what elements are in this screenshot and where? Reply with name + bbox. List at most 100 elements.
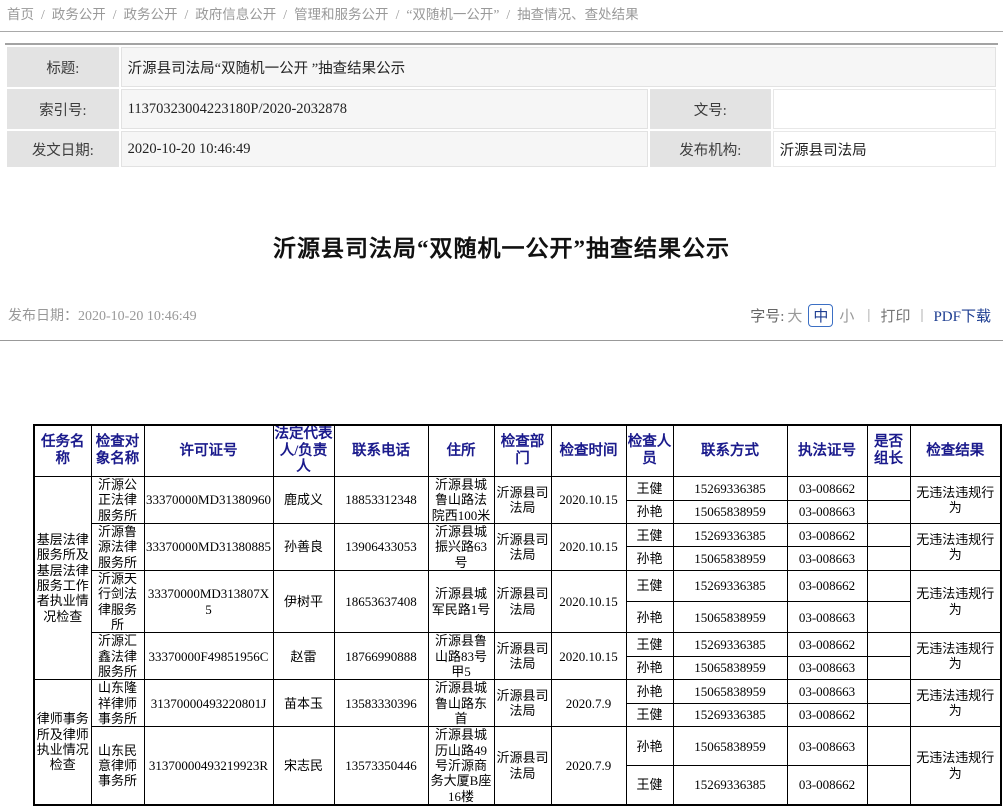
- breadcrumb-item-4[interactable]: 管理和服务公开: [294, 7, 389, 22]
- breadcrumb-separator: /: [283, 7, 287, 22]
- license-cell: 31370000493219923R: [144, 727, 273, 805]
- breadcrumb-separator: /: [41, 7, 45, 22]
- inspector-contact-cell: 15269336385: [673, 524, 787, 547]
- result-cell: 无违法违规行为: [910, 680, 1001, 727]
- inspector-cert-cell: 03-008662: [787, 766, 867, 805]
- inspector-name-cell: 孙艳: [626, 547, 673, 571]
- pdf-download-button[interactable]: PDF下载: [933, 305, 991, 326]
- task-cell: 律师事务所及律师执业情况检查: [34, 680, 91, 805]
- inspector-name-cell: 王健: [626, 766, 673, 805]
- leader-cell: [867, 766, 910, 805]
- org-cell: 沂源汇鑫法律服务所: [91, 633, 144, 680]
- inspector-contact-cell: 15065838959: [673, 500, 787, 524]
- date-cell: 2020.7.9: [551, 680, 626, 727]
- inspection-results-table: 任务名称 检查对象名称 许可证号 法定代表人/负责人 联系电话 住所 检查部门 …: [33, 424, 1002, 806]
- inspector-contact-cell: 15065838959: [673, 656, 787, 680]
- legal-rep-cell: 鹿成义: [273, 477, 334, 524]
- breadcrumb-item-3[interactable]: 政府信息公开: [195, 7, 276, 22]
- breadcrumb-item-1[interactable]: 政务公开: [52, 7, 106, 22]
- date-cell: 2020.10.15: [551, 570, 626, 632]
- phone-cell: 18653637408: [334, 570, 428, 632]
- license-cell: 33370000MD31380885: [144, 524, 273, 571]
- breadcrumb-separator: /: [396, 7, 400, 22]
- org-cell: 沂源公正法律服务所: [91, 477, 144, 524]
- meta-agency-label: 发布机构:: [650, 131, 771, 167]
- inspector-contact-cell: 15065838959: [673, 680, 787, 703]
- result-cell: 无违法违规行为: [910, 570, 1001, 632]
- inspector-name-cell: 王健: [626, 633, 673, 656]
- org-cell: 沂源鲁源法律服务所: [91, 524, 144, 571]
- meta-title-label: 标题:: [7, 47, 119, 87]
- header-license: 许可证号: [144, 425, 273, 477]
- document-meta-table: 标题: 沂源县司法局“双随机一公开 ”抽查结果公示 索引号: 113703230…: [5, 43, 998, 169]
- inspector-contact-cell: 15269336385: [673, 766, 787, 805]
- header-org: 检查对象名称: [91, 425, 144, 477]
- breadcrumb-item-home[interactable]: 首页: [7, 7, 34, 22]
- header-phone: 联系电话: [334, 425, 428, 477]
- inspector-name-cell: 孙艳: [626, 727, 673, 766]
- breadcrumb-item-2[interactable]: 政务公开: [124, 7, 178, 22]
- inspector-cert-cell: 03-008662: [787, 703, 867, 727]
- header-address: 住所: [428, 425, 494, 477]
- inspector-contact-cell: 15065838959: [673, 602, 787, 633]
- table-row: 律师事务所及律师执业情况检查 山东隆祥律师事务所 313700004932208…: [34, 680, 1001, 703]
- inspector-name-cell: 孙艳: [626, 500, 673, 524]
- inspector-name-cell: 王健: [626, 477, 673, 500]
- inspector-cert-cell: 03-008663: [787, 602, 867, 633]
- dept-cell: 沂源县司法局: [494, 524, 551, 571]
- address-cell: 沂源县城振兴路63号: [428, 524, 494, 571]
- table-row: 沂源汇鑫法律服务所 33370000F49851956C 赵雷 18766990…: [34, 633, 1001, 656]
- leader-cell: [867, 547, 910, 571]
- legal-rep-cell: 孙善良: [273, 524, 334, 571]
- toolbar-divider: |: [867, 307, 870, 324]
- publish-date-value: 2020-10-20 10:46:49: [78, 309, 197, 324]
- license-cell: 33370000MD313807X5: [144, 570, 273, 632]
- inspector-cert-cell: 03-008662: [787, 524, 867, 547]
- font-size-small-button[interactable]: 小: [839, 305, 854, 326]
- table-row: 沂源鲁源法律服务所 33370000MD31380885 孙善良 1390643…: [34, 524, 1001, 547]
- meta-index-value: 11370323004223180P/2020-2032878: [121, 89, 648, 129]
- inspector-contact-cell: 15269336385: [673, 633, 787, 656]
- inspector-name-cell: 孙艳: [626, 602, 673, 633]
- inspector-cert-cell: 03-008662: [787, 570, 867, 601]
- legal-rep-cell: 赵雷: [273, 633, 334, 680]
- legal-rep-cell: 宋志民: [273, 727, 334, 805]
- breadcrumb-item-6[interactable]: 抽查情况、查处结果: [517, 7, 639, 22]
- leader-cell: [867, 602, 910, 633]
- phone-cell: 13573350446: [334, 727, 428, 805]
- address-cell: 沂源县城鲁山路法院西100米: [428, 477, 494, 524]
- dept-cell: 沂源县司法局: [494, 727, 551, 805]
- phone-cell: 13583330396: [334, 680, 428, 727]
- print-button[interactable]: 打印: [880, 305, 910, 326]
- meta-agency-value: 沂源县司法局: [773, 131, 996, 167]
- leader-cell: [867, 727, 910, 766]
- date-cell: 2020.10.15: [551, 633, 626, 680]
- font-size-large-button[interactable]: 大: [787, 305, 802, 326]
- leader-cell: [867, 703, 910, 727]
- dept-cell: 沂源县司法局: [494, 570, 551, 632]
- font-size-label: 字号:: [750, 305, 784, 326]
- inspector-contact-cell: 15065838959: [673, 547, 787, 571]
- breadcrumb-item-5[interactable]: “双随机一公开”: [406, 7, 499, 22]
- page-title: 沂源县司法局“双随机一公开”抽查结果公示: [0, 229, 1003, 263]
- font-size-medium-button[interactable]: 中: [808, 304, 833, 327]
- table-row: 基层法律服务所及基层法律服务工作者执业情况检查 沂源公正法律服务所 333700…: [34, 477, 1001, 500]
- date-cell: 2020.10.15: [551, 524, 626, 571]
- header-inspector: 检查人员: [626, 425, 673, 477]
- leader-cell: [867, 656, 910, 680]
- toolbar-divider: |: [920, 307, 923, 324]
- result-cell: 无违法违规行为: [910, 633, 1001, 680]
- leader-cell: [867, 570, 910, 601]
- breadcrumb-separator: /: [506, 7, 510, 22]
- result-cell: 无违法违规行为: [910, 524, 1001, 571]
- meta-title-value: 沂源县司法局“双随机一公开 ”抽查结果公示: [121, 47, 996, 87]
- inspector-contact-cell: 15269336385: [673, 570, 787, 601]
- dept-cell: 沂源县司法局: [494, 477, 551, 524]
- license-cell: 33370000F49851956C: [144, 633, 273, 680]
- font-size-tools: 字号: 大 中 小 | 打印 | PDF下载: [750, 304, 991, 327]
- result-cell: 无违法违规行为: [910, 477, 1001, 524]
- table-row: 沂源天行剑法律服务所 33370000MD313807X5 伊树平 186536…: [34, 570, 1001, 601]
- content-divider: [0, 340, 1003, 341]
- address-cell: 沂源县城鲁山路东首: [428, 680, 494, 727]
- inspector-contact-cell: 15269336385: [673, 703, 787, 727]
